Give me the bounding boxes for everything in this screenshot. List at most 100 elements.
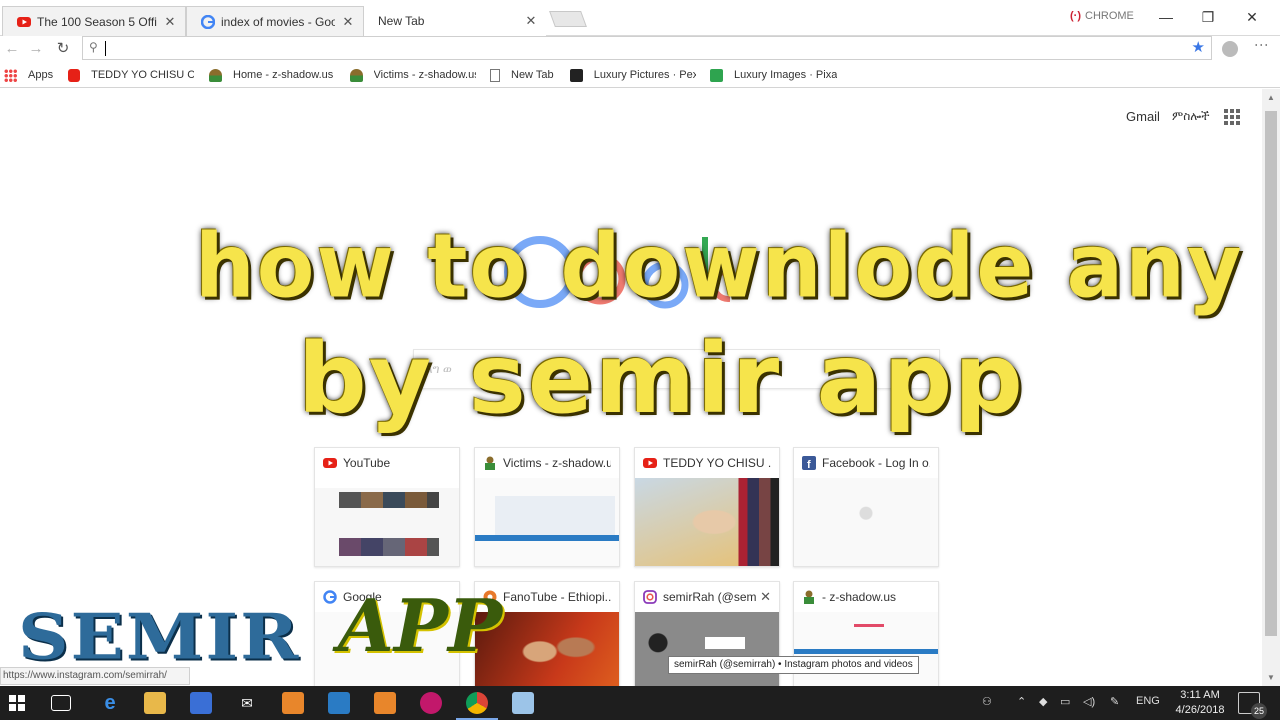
app-orange-icon[interactable] bbox=[282, 692, 304, 714]
bookmark-new-tab[interactable]: New Tab bbox=[490, 67, 554, 83]
pexels-icon bbox=[570, 68, 583, 82]
zshadow-icon bbox=[485, 456, 495, 470]
tile-thumbnail bbox=[635, 612, 779, 686]
close-icon[interactable]: ✕ bbox=[524, 13, 538, 29]
chrome-taskbar-icon[interactable] bbox=[456, 692, 498, 720]
volume-icon[interactable]: ◁) bbox=[1083, 695, 1095, 708]
app-light-blue-icon[interactable] bbox=[512, 692, 534, 714]
scroll-down-icon[interactable]: ▼ bbox=[1267, 673, 1275, 682]
tile-title: TEDDY YO CHISU ... bbox=[663, 456, 771, 470]
scroll-up-icon[interactable]: ▲ bbox=[1267, 93, 1275, 102]
people-icon[interactable]: ⚇ bbox=[982, 695, 992, 708]
windows-taskbar: e ✉ ⚇ ⌃ ◆ ▭ ◁) ✎ ENG 3:11 AM 4/26/2018 2… bbox=[0, 686, 1280, 720]
youtube-icon bbox=[68, 68, 81, 82]
mail-icon[interactable]: ✉ bbox=[236, 692, 258, 714]
page-icon bbox=[490, 68, 500, 82]
bookmark-label: Luxury Images · Pixa bbox=[734, 69, 838, 81]
clock[interactable]: 3:11 AM 4/26/2018 bbox=[1170, 688, 1230, 718]
facebook-icon: f bbox=[802, 456, 816, 470]
tab-new-tab[interactable]: New Tab ✕ bbox=[364, 6, 546, 36]
tab-title: New Tab bbox=[378, 14, 425, 28]
bookmark-victims-zshadow[interactable]: Victims - z-shadow.us bbox=[350, 67, 476, 83]
bookmark-apps[interactable]: Apps bbox=[4, 67, 53, 83]
tile-title: Facebook - Log In o... bbox=[822, 456, 930, 470]
tab-title: index of movies - Google bbox=[221, 14, 335, 29]
bookmark-label: TEDDY YO CHISU Ch bbox=[91, 69, 194, 81]
pen-icon[interactable]: ✎ bbox=[1110, 695, 1119, 708]
tile-victims-zshadow[interactable]: Victims - z-shadow.us bbox=[474, 447, 620, 567]
svg-text:f: f bbox=[807, 459, 811, 470]
file-explorer-icon[interactable] bbox=[144, 692, 166, 714]
instagram-icon bbox=[643, 590, 657, 604]
reload-button[interactable]: ↻ bbox=[53, 39, 73, 59]
bookmark-home-zshadow[interactable]: Home - z-shadow.us bbox=[209, 67, 333, 83]
minimize-button[interactable]: — bbox=[1146, 6, 1186, 28]
tab-the100[interactable]: The 100 Season 5 Official ✕ bbox=[2, 6, 186, 36]
bookmark-label: Luxury Pictures · Pex bbox=[593, 69, 696, 81]
network-icon[interactable]: ▭ bbox=[1060, 695, 1070, 708]
tile-youtube[interactable]: YouTube bbox=[314, 447, 460, 567]
extension-icon[interactable] bbox=[1222, 41, 1238, 57]
notification-count: 25 bbox=[1251, 703, 1267, 719]
show-hidden-icons[interactable]: ⌃ bbox=[1017, 695, 1026, 708]
tile-thumbnail bbox=[794, 478, 938, 566]
tab-title: The 100 Season 5 Official bbox=[37, 14, 157, 29]
window-label-text: CHROME bbox=[1085, 10, 1134, 22]
tile-title: - z-shadow.us bbox=[822, 590, 897, 604]
semir-watermark: SEMIR bbox=[18, 599, 301, 674]
vertical-scrollbar[interactable]: ▲ ▼ bbox=[1262, 89, 1280, 686]
close-window-button[interactable]: ✕ bbox=[1232, 6, 1272, 28]
tile-title: Victims - z-shadow.us bbox=[503, 456, 611, 470]
bookmark-pexels[interactable]: Luxury Pictures · Pex bbox=[570, 67, 696, 83]
new-tab-button[interactable] bbox=[549, 11, 587, 27]
app-orange2-icon[interactable] bbox=[374, 692, 396, 714]
bookmark-pixabay[interactable]: Luxury Images · Pixa bbox=[710, 67, 838, 83]
youtube-icon bbox=[323, 458, 337, 468]
menu-icon[interactable]: ⋮ bbox=[1254, 38, 1270, 52]
language-indicator[interactable]: ENG bbox=[1136, 695, 1160, 707]
tile-thumbnail bbox=[475, 478, 619, 566]
tile-teddy[interactable]: TEDDY YO CHISU ... bbox=[634, 447, 780, 567]
images-link[interactable]: ምስሎች bbox=[1172, 109, 1210, 124]
forward-button[interactable]: → bbox=[26, 39, 46, 59]
bookmark-star-icon[interactable]: ★ bbox=[1192, 38, 1205, 56]
address-bar[interactable]: ⚲ ★ bbox=[82, 36, 1212, 60]
tab-index-of-movies[interactable]: index of movies - Google ✕ bbox=[186, 6, 364, 36]
text-caret bbox=[105, 41, 106, 56]
tile-thumbnail bbox=[315, 478, 459, 566]
store-icon[interactable] bbox=[190, 692, 212, 714]
gmail-link[interactable]: Gmail bbox=[1126, 109, 1160, 124]
close-icon[interactable]: ✕ bbox=[341, 14, 355, 30]
task-view-icon[interactable] bbox=[51, 695, 71, 711]
dropbox-icon[interactable]: ◆ bbox=[1039, 695, 1047, 708]
app-blue-icon[interactable] bbox=[328, 692, 350, 714]
tile-title: semirRah (@semirra bbox=[663, 590, 757, 604]
bookmark-teddy[interactable]: TEDDY YO CHISU Ch bbox=[68, 67, 194, 83]
google-apps-icon[interactable] bbox=[1224, 109, 1240, 125]
zshadow-icon bbox=[209, 68, 222, 82]
back-button[interactable]: ← bbox=[2, 39, 22, 59]
tab-strip: The 100 Season 5 Official ✕ index of mov… bbox=[0, 0, 1280, 36]
tile-facebook[interactable]: f Facebook - Log In o... bbox=[793, 447, 939, 567]
youtube-icon bbox=[643, 458, 657, 468]
clock-time: 3:11 AM bbox=[1180, 689, 1220, 701]
search-icon: ⚲ bbox=[89, 40, 98, 54]
restore-button[interactable]: ❐ bbox=[1188, 6, 1228, 28]
windows-start-icon[interactable] bbox=[6, 692, 28, 714]
scrollbar-thumb[interactable] bbox=[1265, 111, 1277, 636]
close-icon[interactable]: ✕ bbox=[163, 14, 177, 30]
tile-title: FanoTube - Ethiopi... bbox=[503, 590, 611, 604]
tile-thumbnail bbox=[635, 478, 779, 566]
app-pink-icon[interactable] bbox=[420, 692, 442, 714]
bookmark-label: New Tab bbox=[511, 69, 554, 81]
close-icon[interactable]: ✕ bbox=[760, 589, 771, 605]
tooltip: semirRah (@semirrah) • Instagram photos … bbox=[668, 656, 919, 674]
edge-icon[interactable]: e bbox=[99, 692, 121, 714]
tile-title: YouTube bbox=[343, 456, 391, 470]
video-overlay-title: how to downlode any software bbox=[195, 214, 1262, 318]
google-icon bbox=[323, 590, 337, 604]
action-center-icon[interactable]: 25 bbox=[1238, 692, 1267, 719]
bookmarks-bar: Apps TEDDY YO CHISU Ch Home - z-shadow.u… bbox=[0, 62, 1280, 88]
zshadow-icon bbox=[804, 590, 814, 604]
bookmark-label: Apps bbox=[28, 69, 54, 81]
